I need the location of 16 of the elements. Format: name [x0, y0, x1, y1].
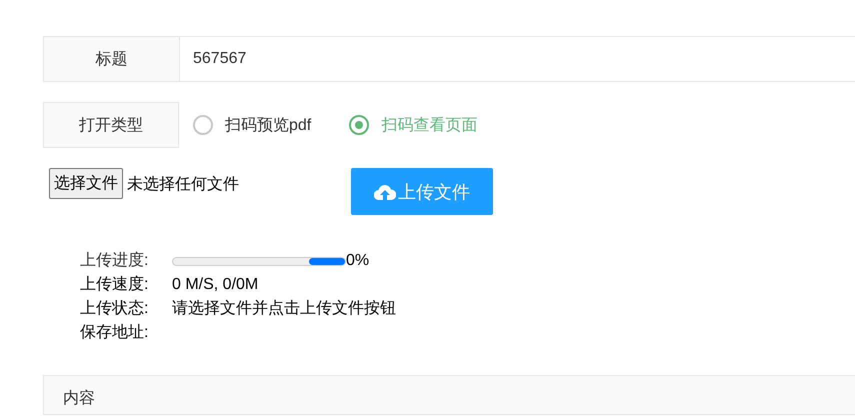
cloud-upload-icon	[374, 184, 396, 200]
field-label: 打开类型	[43, 102, 179, 148]
progress-fill	[309, 258, 345, 264]
radio-option[interactable]: 扫码预览pdf	[193, 114, 312, 136]
progress-reading: 0%	[346, 251, 370, 271]
title-input[interactable]: 567567	[180, 37, 855, 81]
section-title: 内容	[63, 390, 95, 407]
info-label: 上传速度:	[80, 274, 150, 295]
info-label: 上传进度:	[80, 250, 150, 271]
info-label: 保存地址:	[80, 322, 150, 343]
info-value: 0 M/S, 0/0M	[172, 275, 260, 295]
info-value: 请选择文件并点击上传文件按钮	[172, 298, 397, 319]
file-status: 未选择任何文件	[127, 174, 239, 195]
field-label: 标题	[44, 37, 180, 81]
choose-file-button[interactable]: 选择文件	[49, 168, 123, 199]
info-label: 上传状态:	[80, 298, 150, 319]
